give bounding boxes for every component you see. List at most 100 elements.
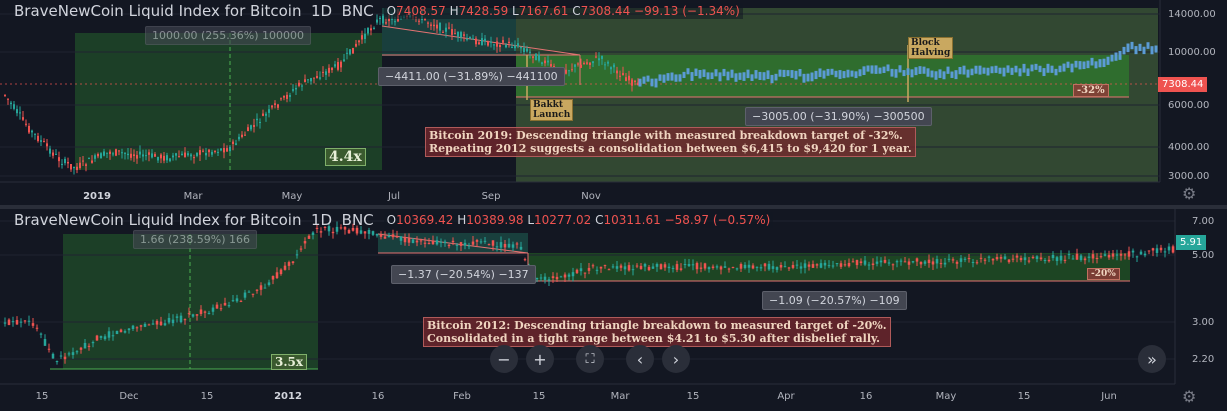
- bottom-candle: [1051, 254, 1055, 259]
- top-hist-candle: [121, 152, 123, 154]
- top-hist-candle: [634, 80, 636, 83]
- projection-bar: [1018, 68, 1022, 77]
- bottom-candle: [239, 300, 243, 302]
- bottom-measure-bottom-label[interactable]: −1.09 (−20.57%) −109: [762, 291, 907, 310]
- bottom-candle: [431, 240, 435, 245]
- top-measure-label[interactable]: −4411.00 (−31.89%) −441100: [378, 67, 565, 86]
- scroll-right-button[interactable]: ›: [662, 345, 690, 373]
- top-hist-candle: [487, 41, 489, 46]
- top-hist-candle: [592, 61, 594, 64]
- bottom-candle: [895, 261, 899, 263]
- bottom-candle: [159, 321, 163, 326]
- projection-bar: [838, 70, 842, 79]
- top-hist-candle: [544, 60, 546, 64]
- bottom-candle: [1167, 246, 1171, 251]
- top-hist-candle: [154, 154, 156, 157]
- bottom-candle: [1039, 257, 1043, 260]
- top-hist-candle: [130, 153, 132, 158]
- bottom-candle: [255, 289, 259, 291]
- scroll-left-button[interactable]: ‹: [626, 345, 654, 373]
- top-hist-candle: [439, 22, 441, 31]
- top-hist-candle: [451, 29, 453, 35]
- bottom-time-tick: Dec: [119, 391, 138, 402]
- top-chart-pane[interactable]: 14000.00 10000.00 6000.00 4000.00 3000.00 201…: [0, 0, 1227, 205]
- bottom-candle: [515, 243, 519, 245]
- bottom-candle: [71, 352, 75, 355]
- bottom-candle: [3, 322, 7, 324]
- top-hist-candle: [34, 133, 36, 135]
- bottom-candle: [1075, 253, 1079, 260]
- bottom-candle: [563, 274, 567, 278]
- bottom-candle: [707, 267, 711, 270]
- top-price-tick: 3000.00: [1168, 171, 1209, 182]
- projection-bar: [1110, 54, 1114, 62]
- bottom-measure-label[interactable]: −1.37 (−20.54%) −137: [391, 265, 536, 284]
- bottom-candle: [347, 230, 351, 234]
- top-hist-candle: [469, 36, 471, 39]
- top-hist-candle: [118, 150, 120, 152]
- top-hist-candle: [340, 61, 342, 68]
- top-hist-candle: [301, 85, 303, 87]
- bottom-candle: [655, 264, 659, 267]
- bottom-measure-partial[interactable]: 1.66 (238.59%) 166: [133, 230, 258, 249]
- bottom-price-tick: 3.00: [1192, 317, 1214, 328]
- bottom-settings-gear-icon[interactable]: ⚙: [1182, 387, 1196, 406]
- bottom-candle: [943, 262, 947, 265]
- projection-bar: [734, 73, 738, 82]
- top-hist-candle: [376, 19, 378, 23]
- bottom-chart-pane[interactable]: 7.00 5.00 3.00 2.20 15 Dec 15 2012 16 Feb 15 Mar 15 A…: [0, 209, 1227, 411]
- top-hist-candle: [322, 71, 324, 73]
- projection-bar: [954, 70, 958, 80]
- projection-bar: [1042, 68, 1046, 77]
- projection-bar: [762, 72, 766, 81]
- top-symbol-name: BraveNewCoin Liquid Index for Bitcoin 1D…: [14, 2, 374, 20]
- top-measure-partial[interactable]: 1000.00 (255.36%) 100000: [145, 26, 311, 45]
- top-hist-candle: [364, 33, 366, 39]
- bottom-candle: [1067, 254, 1071, 256]
- projection-bar: [1106, 56, 1110, 65]
- top-hist-candle: [628, 75, 630, 81]
- bottom-candle: [67, 353, 71, 355]
- zoom-out-button[interactable]: −: [490, 345, 518, 373]
- top-settings-gear-icon[interactable]: ⚙: [1182, 184, 1196, 203]
- bottom-candle: [119, 329, 123, 333]
- bottom-candle: [511, 244, 515, 248]
- bottom-candle: [259, 285, 263, 290]
- bottom-candle: [243, 292, 247, 298]
- projection-bar: [1046, 63, 1050, 73]
- top-hist-candle: [385, 22, 387, 24]
- projection-bar: [802, 73, 806, 83]
- top-hist-candle: [91, 160, 93, 163]
- projection-bar: [658, 74, 662, 81]
- reset-view-button[interactable]: ⛶: [576, 345, 604, 373]
- bottom-candle: [455, 244, 459, 246]
- bottom-time-tick: 15: [36, 391, 49, 402]
- bottom-candle: [743, 264, 747, 269]
- projection-bar: [786, 70, 790, 77]
- zoom-in-button[interactable]: +: [526, 345, 554, 373]
- top-hist-candle: [28, 125, 30, 133]
- projection-bar: [686, 68, 690, 75]
- bottom-candle: [291, 261, 295, 263]
- bottom-candle: [715, 266, 719, 268]
- projection-bar: [882, 66, 886, 73]
- bottom-candle: [731, 267, 735, 269]
- top-hist-candle: [346, 52, 348, 54]
- projection-bar: [918, 66, 922, 74]
- top-measure-bottom-label[interactable]: −3005.00 (−31.90%) −300500: [745, 107, 932, 126]
- top-hist-candle: [532, 56, 534, 58]
- bottom-candle: [295, 254, 299, 256]
- bottom-candle: [623, 266, 627, 270]
- top-time-tick: Nov: [581, 191, 601, 202]
- scroll-to-realtime-button[interactable]: »: [1138, 345, 1166, 373]
- top-hist-candle: [61, 163, 63, 165]
- bottom-candle: [383, 236, 387, 239]
- projection-bar: [750, 74, 754, 82]
- projection-bar: [1154, 45, 1158, 53]
- top-hist-candle: [595, 56, 597, 58]
- bottom-candle: [539, 277, 543, 279]
- bottom-candle: [403, 237, 407, 243]
- bottom-candle: [479, 241, 483, 243]
- bottom-candle: [471, 241, 475, 245]
- bottom-candle: [39, 333, 43, 335]
